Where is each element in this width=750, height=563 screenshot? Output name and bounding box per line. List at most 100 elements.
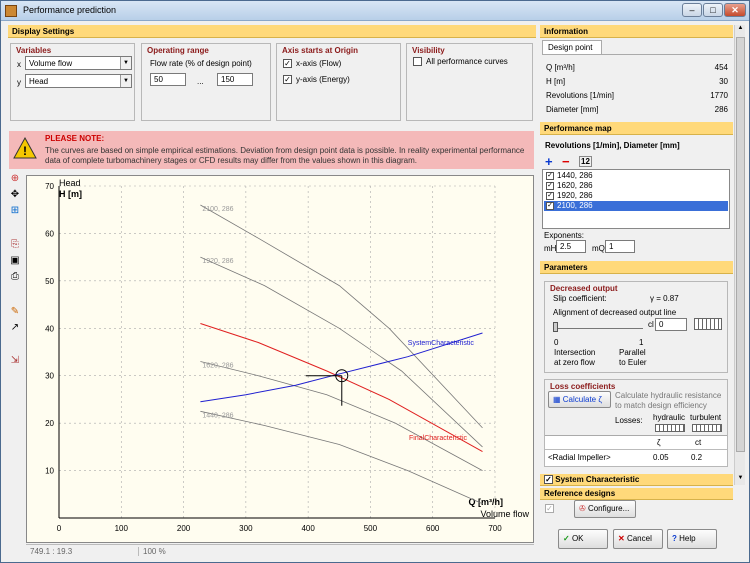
save-icon[interactable]: ▣ <box>7 254 23 268</box>
operating-range-group: Operating range Flow rate (% of design p… <box>141 43 271 121</box>
window-title: Performance prediction <box>23 5 117 15</box>
info-value: 30 <box>719 77 728 86</box>
x-axis-origin-label: x-axis (Flow) <box>296 59 342 68</box>
y-variable-select[interactable]: Head ▼ <box>25 74 132 88</box>
configure-button[interactable]: ✇ Configure... <box>574 500 636 518</box>
mh-input[interactable]: 2.5 <box>556 240 586 253</box>
sort-button[interactable]: 12 <box>579 156 592 167</box>
close-button[interactable]: ✕ <box>724 3 746 17</box>
list-item-label: 1440, 286 <box>557 171 593 180</box>
x-axis-origin-checkbox[interactable]: ✓ <box>283 59 292 68</box>
list-item-checkbox[interactable]: ✓ <box>546 182 554 190</box>
mq-label: mQ <box>592 244 605 253</box>
chart-area[interactable]: 0 100 200 300 400 500 600 700 10 20 30 40 50 60 70 Head… <box>26 175 534 543</box>
series-line <box>200 256 483 448</box>
right-panel-scrollbar[interactable]: ▲ ▼ <box>734 25 745 485</box>
slider-min-label: 0 <box>554 338 559 347</box>
calculate-zeta-button[interactable]: ▦ Calculate ζ <box>548 391 611 408</box>
list-item[interactable]: ✓ 1920, 286 <box>544 191 728 201</box>
copy-icon[interactable]: ⎘ <box>7 238 23 252</box>
x-tick-label: 100 <box>115 524 129 533</box>
information-table: Q [m³/h] 454 H [m] 30 Revolutions [1/min] 177… <box>542 54 732 120</box>
maximize-button[interactable]: □ <box>703 3 723 17</box>
zoom-level: 100 % <box>138 547 166 556</box>
system-characteristic-section: ✓ System Characteristic <box>540 474 733 486</box>
configure-label: Configure... <box>587 504 630 513</box>
scrollbar-thumb[interactable] <box>736 37 745 452</box>
series-label: 1440, 286 <box>202 412 233 419</box>
list-item[interactable]: ✓ 1440, 286 <box>544 171 728 181</box>
intersection-label-2: at zero flow <box>554 358 595 367</box>
help-button[interactable]: ? Help <box>667 529 717 549</box>
zeta-value[interactable]: 0.05 <box>653 453 669 462</box>
variables-title: Variables <box>16 46 52 55</box>
alignment-slider[interactable] <box>555 328 643 329</box>
exponents-label: Exponents: <box>544 231 585 240</box>
series-label: FinalCharacteristic <box>409 435 467 442</box>
x-variable-select[interactable]: Volume flow ▼ <box>25 56 132 70</box>
x-tick-label: 200 <box>177 524 191 533</box>
system-characteristic-label: System Characteristic <box>555 475 640 484</box>
all-curves-checkbox[interactable] <box>413 57 422 66</box>
all-curves-label: All performance curves <box>426 57 508 66</box>
cancel-button[interactable]: ✕ Cancel <box>613 529 663 549</box>
slider-max-label: 1 <box>639 338 644 347</box>
axis-origin-title: Axis starts at Origin <box>282 46 359 55</box>
y-tick-label: 50 <box>45 277 54 286</box>
calculate-note-1: Calculate hydraulic resistance <box>615 391 722 400</box>
tab-design-point[interactable]: Design point <box>542 40 602 54</box>
x-axis-unit: Q [m³/h] <box>469 497 504 507</box>
hydraulic-header: hydraulic <box>653 413 686 422</box>
intersection-label-1: Intersection <box>554 348 596 357</box>
x-variable-value: Volume flow <box>29 59 73 68</box>
cancel-icon: ✕ <box>618 534 627 543</box>
print-icon[interactable]: ⎙ <box>7 270 23 284</box>
list-item-checkbox[interactable]: ✓ <box>546 202 554 210</box>
pan-icon[interactable]: ✥ <box>7 188 23 202</box>
list-item-checkbox[interactable]: ✓ <box>546 172 554 180</box>
x-tick-label: 300 <box>239 524 253 533</box>
reference-designs-checkbox[interactable]: ✓ <box>545 504 554 513</box>
x-axis-label: x <box>17 60 21 69</box>
ok-button[interactable]: ✓ OK <box>558 529 608 549</box>
display-settings-header: Display Settings <box>8 25 536 38</box>
chevron-down-icon: ▼ <box>120 57 131 69</box>
y-axis-origin-checkbox[interactable]: ✓ <box>283 75 292 84</box>
hydraulic-grid-icon[interactable] <box>655 424 685 432</box>
edit-icon[interactable]: ✎ <box>7 305 23 319</box>
turbulent-grid-icon[interactable] <box>692 424 722 432</box>
system-characteristic-checkbox[interactable]: ✓ <box>544 475 553 485</box>
loss-row-label: <Radial Impeller> <box>548 453 611 462</box>
scroll-up-icon[interactable]: ▲ <box>736 25 745 34</box>
list-item[interactable]: ✓ 2100, 286 <box>544 201 728 211</box>
info-value: 1770 <box>710 91 728 100</box>
range-from-input[interactable]: 50 <box>150 73 186 86</box>
range-to-input[interactable]: 150 <box>217 73 253 86</box>
list-item-checkbox[interactable]: ✓ <box>546 192 554 200</box>
export-icon[interactable]: ⇲ <box>7 354 23 368</box>
pointer-icon[interactable]: ↗ <box>7 321 23 335</box>
scroll-down-icon[interactable]: ▼ <box>736 475 745 484</box>
ct-value[interactable]: 0.2 <box>691 453 702 462</box>
cl-input[interactable]: 0 <box>655 318 687 331</box>
zoom-icon[interactable]: ⊕ <box>7 172 23 186</box>
minimize-button[interactable]: – <box>682 3 702 17</box>
ok-label: OK <box>571 534 584 543</box>
y-tick-label: 60 <box>45 229 54 238</box>
remove-icon[interactable]: − <box>562 154 570 169</box>
cursor-coordinates: 749.1 : 19.3 <box>30 547 73 556</box>
help-label: Help <box>679 534 696 543</box>
mq-input[interactable]: 1 <box>605 240 635 253</box>
slider-thumb[interactable] <box>553 322 558 332</box>
grid-icon[interactable] <box>694 318 722 330</box>
performance-chart: 0 100 200 300 400 500 600 700 10 20 30 40 50 60 70 Head… <box>45 178 529 533</box>
fit-icon[interactable]: ⊞ <box>7 204 23 218</box>
loss-coefficients-group: Loss coefficients ▦ Calculate ζ Calculat… <box>544 379 728 467</box>
decreased-output-group: Decreased output Slip coefficient: γ = 0… <box>544 281 728 373</box>
list-item[interactable]: ✓ 1620, 286 <box>544 181 728 191</box>
calculate-note-2: to match design efficiency <box>615 401 707 410</box>
info-value: 454 <box>714 63 728 72</box>
warning-icon: ! <box>13 137 37 159</box>
y-tick-label: 40 <box>45 324 54 333</box>
add-icon[interactable]: + <box>545 154 553 169</box>
